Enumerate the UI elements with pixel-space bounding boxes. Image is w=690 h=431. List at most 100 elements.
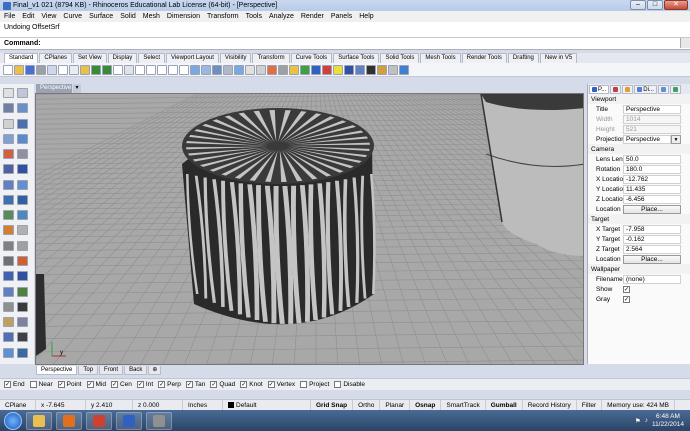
osnap-vertex[interactable]: ✓ Vertex <box>267 381 295 388</box>
gray-checkbox[interactable]: ✓ <box>623 295 630 303</box>
panel-tab-3[interactable]: Di... <box>634 85 657 94</box>
zoom-selected-icon[interactable] <box>168 64 178 75</box>
extrude-icon[interactable] <box>17 164 28 175</box>
osnap-toggle[interactable]: Osnap <box>410 399 442 411</box>
mesh-icon[interactable] <box>3 210 14 221</box>
open-file-icon[interactable] <box>14 64 24 75</box>
properties-icon[interactable] <box>311 64 321 75</box>
menu-analyze[interactable]: Analyze <box>269 13 294 20</box>
toolbar-tab-drafting[interactable]: Drafting <box>507 53 539 63</box>
y-location-field[interactable]: 11.435 <box>623 184 681 194</box>
x-target-field[interactable]: -7.958 <box>623 224 681 234</box>
sphere-solid-icon[interactable] <box>17 179 28 190</box>
osnap-checkbox[interactable]: ✓ <box>267 381 275 388</box>
grid-snap-toggle[interactable]: Grid Snap <box>311 399 354 411</box>
menu-solid[interactable]: Solid <box>120 13 136 20</box>
dropdown-arrow-icon[interactable]: ▼ <box>671 134 681 144</box>
panel-tab-2[interactable] <box>622 85 634 94</box>
perspective-viewport[interactable]: y <box>35 93 584 365</box>
chrome-taskbar-button[interactable] <box>86 411 112 430</box>
clock[interactable]: 6:48 AM 11/22/2014 <box>652 413 684 429</box>
explorer-taskbar-button[interactable] <box>26 411 52 430</box>
start-button[interactable] <box>4 411 22 430</box>
render-tool-icon[interactable] <box>3 347 14 358</box>
command-scrollbar[interactable] <box>680 38 690 48</box>
osnap-checkbox[interactable] <box>29 381 37 388</box>
rotate-tool-icon[interactable] <box>3 271 14 282</box>
polygon-icon[interactable] <box>3 149 14 160</box>
camera-icon[interactable] <box>17 347 28 358</box>
boolean-icon[interactable] <box>17 194 28 205</box>
cplane-indicator[interactable]: CPlane <box>0 399 36 411</box>
menu-file[interactable]: File <box>4 13 15 20</box>
osnap-checkbox[interactable]: ✓ <box>185 381 193 388</box>
view-tab-front[interactable]: Front <box>99 366 124 375</box>
toolbar-tab-cplanes[interactable]: CPlanes <box>39 53 73 63</box>
command-input[interactable] <box>44 40 686 48</box>
osnap-mid[interactable]: ✓ Mid <box>86 381 106 388</box>
move-icon[interactable] <box>256 64 266 75</box>
layer-icon[interactable] <box>300 64 310 75</box>
osnap-checkbox[interactable]: ✓ <box>240 381 248 388</box>
osnap-checkbox[interactable] <box>334 381 342 388</box>
toolbar-tab-curve-tools[interactable]: Curve Tools <box>290 53 333 63</box>
show-icon[interactable] <box>278 64 288 75</box>
toolbar-tab-set-view[interactable]: Set View <box>73 53 107 63</box>
target-place-button[interactable]: Place... <box>623 254 681 264</box>
viewport-grid-icon[interactable] <box>212 64 222 75</box>
polyline-icon[interactable] <box>3 103 14 114</box>
paste-icon[interactable] <box>80 64 90 75</box>
toolbar-tab-viewport-layout[interactable]: Viewport Layout <box>166 53 219 63</box>
render-icon[interactable] <box>355 64 365 75</box>
menu-transform[interactable]: Transform <box>207 13 239 20</box>
redo-icon[interactable] <box>102 64 112 75</box>
osnap-checkbox[interactable]: ✓ <box>136 381 144 388</box>
undo-view-icon[interactable] <box>179 64 189 75</box>
toolbar-tab-new-in-v5[interactable]: New in V5 <box>539 53 578 63</box>
record-history-toggle[interactable]: Record History <box>523 399 577 411</box>
flag-icon[interactable]: ⚑ <box>635 417 641 425</box>
panel-tab-1[interactable] <box>610 85 622 94</box>
z-target-field[interactable]: 2.564 <box>623 244 681 254</box>
close-button[interactable]: ✕ <box>664 0 688 10</box>
freeform-icon[interactable] <box>17 149 28 160</box>
lock-icon[interactable] <box>289 64 299 75</box>
osnap-quad[interactable]: ✓ Quad <box>210 381 235 388</box>
menu-dimension[interactable]: Dimension <box>167 13 200 20</box>
projection-dropdown[interactable]: Perspective ▼ <box>623 134 681 144</box>
menu-mesh[interactable]: Mesh <box>143 13 160 20</box>
group-icon[interactable] <box>3 332 14 343</box>
toolbar-tab-select[interactable]: Select <box>138 53 165 63</box>
select-points-icon[interactable] <box>3 88 14 98</box>
osnap-disable[interactable]: Disable <box>334 381 365 388</box>
copy-icon[interactable] <box>69 64 79 75</box>
menu-surface[interactable]: Surface <box>89 13 113 20</box>
environment-icon[interactable] <box>377 64 387 75</box>
curve-icon[interactable] <box>17 103 28 114</box>
four-viewports-icon[interactable] <box>190 64 200 75</box>
color-wheel-icon[interactable] <box>322 64 332 75</box>
zoom-extents-icon[interactable] <box>157 64 167 75</box>
grid-icon[interactable] <box>223 64 233 75</box>
filename-field[interactable]: (none) <box>623 274 681 284</box>
select-icon[interactable] <box>245 64 255 75</box>
menu-help[interactable]: Help <box>359 13 373 20</box>
toolbar-tab-visibility[interactable]: Visibility <box>219 53 252 63</box>
volume-icon[interactable]: ♪ <box>645 417 648 424</box>
curvature-icon[interactable] <box>17 317 28 328</box>
toolbar-tab-mesh-tools[interactable]: Mesh Tools <box>420 53 461 63</box>
word-taskbar-button[interactable] <box>116 411 142 430</box>
cplane-icon[interactable] <box>234 64 244 75</box>
osnap-perp[interactable]: ✓ Perp <box>158 381 181 388</box>
menu-render[interactable]: Render <box>301 13 324 20</box>
gumball-toggle[interactable]: Gumball <box>486 399 523 411</box>
menu-curve[interactable]: Curve <box>63 13 82 20</box>
menu-view[interactable]: View <box>41 13 56 20</box>
media-player-taskbar-button[interactable] <box>56 411 82 430</box>
filter-toggle[interactable]: Filter <box>577 399 603 411</box>
join-icon[interactable] <box>3 240 14 251</box>
rotate-view-icon[interactable] <box>124 64 134 75</box>
camera-place-button[interactable]: Place... <box>623 204 681 214</box>
arc-icon[interactable] <box>17 118 28 129</box>
view-tab-top[interactable]: Top <box>78 366 99 375</box>
